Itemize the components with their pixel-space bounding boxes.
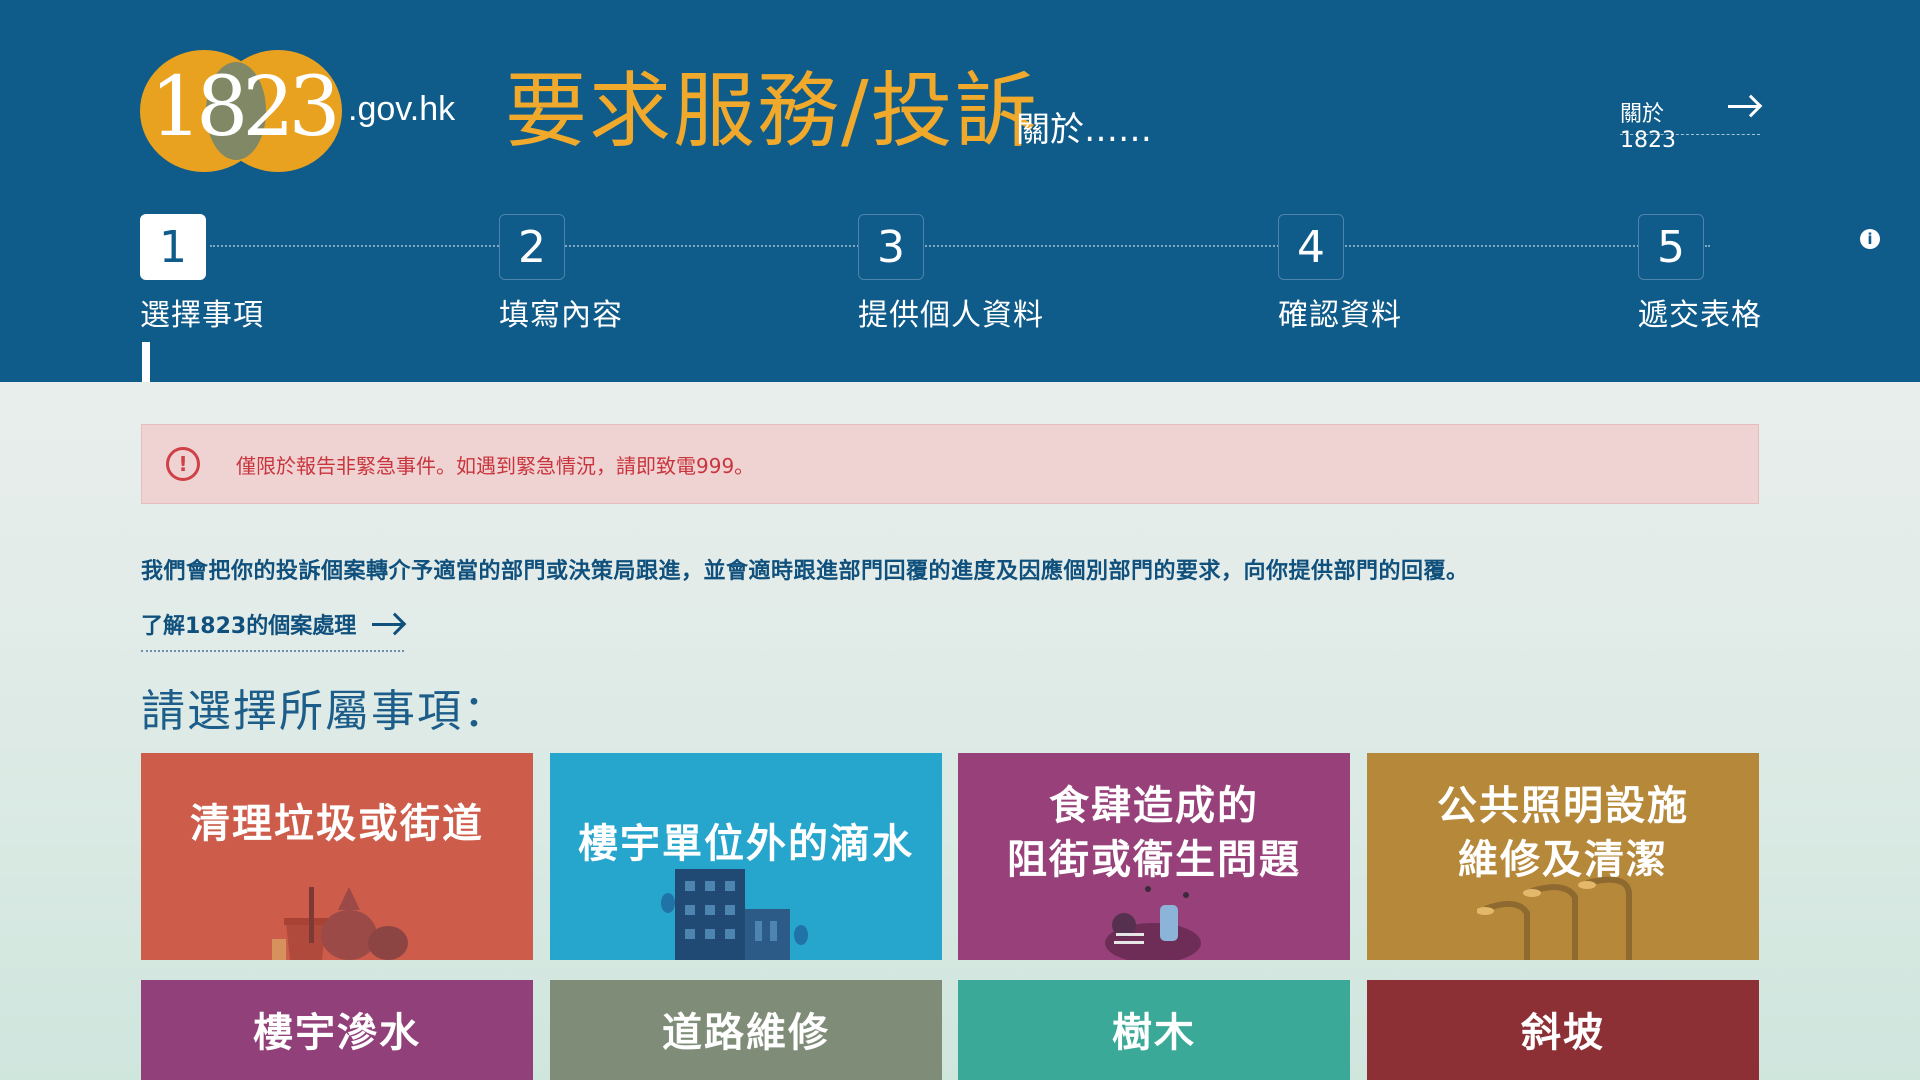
- about-1823-link[interactable]: 關於1823: [1620, 96, 1760, 153]
- tile-label: 樓宇滲水: [253, 1010, 421, 1056]
- learn-link-label: 了解1823的個案處理: [141, 614, 357, 639]
- tile-label: 斜坡: [1521, 1010, 1605, 1056]
- step-5: 5 遞交表格: [1638, 214, 1762, 334]
- step-4: 4 確認資料: [1278, 214, 1402, 334]
- tile-label: 食肆造成的 阻街或衞生問題: [1007, 783, 1301, 883]
- intro-text: 我們會把你的投訴個案轉介予適當的部門或決策局跟進，並會適時跟進部門回覆的進度及因…: [141, 559, 1469, 584]
- notice-text: 僅限於報告非緊急事件。如遇到緊急情況，請即致電999。: [236, 453, 755, 478]
- step-4-number: 4: [1278, 214, 1344, 280]
- street-lamp-icon: [1477, 876, 1632, 960]
- alert-icon: !: [166, 447, 200, 481]
- logo-number: 1823: [150, 60, 341, 155]
- food-waste-icon: [1105, 886, 1201, 960]
- buildings-icon: [661, 869, 808, 960]
- header-bar: 1823 .gov.hk 要求服務/投訴 關於…… 關於1823 1 選擇事項 …: [0, 0, 1920, 382]
- page-title: 要求服務/投訴: [505, 64, 1039, 159]
- tile-label: 樓宇單位外的滴水: [578, 821, 914, 867]
- arrow-right-icon: [1728, 96, 1760, 116]
- step-2-label: 填寫內容: [499, 298, 623, 333]
- tile-slopes[interactable]: 斜坡: [1367, 980, 1759, 1080]
- tile-trees[interactable]: 樹木: [958, 980, 1350, 1080]
- step-1-number: 1: [140, 214, 206, 280]
- page-title-sub: 關於……: [1016, 110, 1152, 150]
- tile-label: 道路維修: [662, 1010, 830, 1056]
- step-5-number: 5: [1638, 214, 1704, 280]
- tile-road-repair[interactable]: 道路維修: [550, 980, 942, 1080]
- tile-building-dripping[interactable]: 樓宇單位外的滴水: [550, 753, 942, 960]
- tile-label: 清理垃圾或街道: [190, 801, 484, 847]
- step-1: 1 選擇事項: [140, 214, 264, 334]
- step-2: 2 填寫內容: [499, 214, 623, 334]
- progress-steps: 1 選擇事項 2 填寫內容 3 提供個人資料 4 確認資料 5 遞交表格: [140, 214, 1762, 334]
- section-heading: 請選擇所屬事項：: [141, 686, 509, 737]
- logo-suffix: .gov.hk: [348, 90, 456, 128]
- learn-case-handling-link[interactable]: 了解1823的個案處理: [141, 608, 405, 652]
- tile-label: 樹木: [1112, 1010, 1196, 1056]
- trash-bags-icon: [272, 887, 408, 960]
- step-2-number: 2: [499, 214, 565, 280]
- step-3-label: 提供個人資料: [858, 298, 1044, 333]
- step-1-label: 選擇事項: [140, 298, 264, 333]
- tile-restaurant-obstruction[interactable]: 食肆造成的 阻街或衞生問題: [958, 753, 1350, 960]
- site-logo[interactable]: 1823 .gov.hk: [140, 50, 460, 175]
- step-3: 3 提供個人資料: [858, 214, 1044, 334]
- tile-building-seepage[interactable]: 樓宇滲水: [141, 980, 533, 1080]
- info-icon[interactable]: i: [1860, 229, 1880, 249]
- step-3-number: 3: [858, 214, 924, 280]
- step-5-label: 遞交表格: [1638, 298, 1762, 333]
- tile-street-cleaning[interactable]: 清理垃圾或街道: [141, 753, 533, 960]
- tile-public-lighting[interactable]: 公共照明設施 維修及清潔: [1367, 753, 1759, 960]
- tile-label: 公共照明設施 維修及清潔: [1437, 783, 1689, 883]
- arrow-right-icon: [372, 614, 404, 634]
- about-link-label: 關於1823: [1620, 102, 1676, 153]
- step-4-label: 確認資料: [1278, 298, 1402, 333]
- current-step-indicator: [142, 342, 150, 382]
- emergency-notice: ! 僅限於報告非緊急事件。如遇到緊急情況，請即致電999。: [141, 424, 1759, 504]
